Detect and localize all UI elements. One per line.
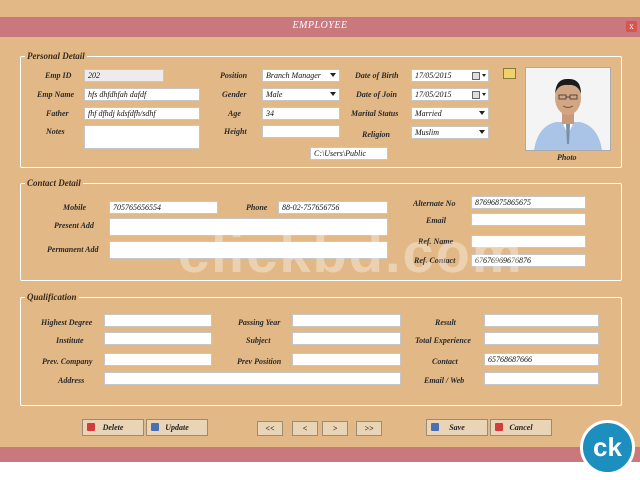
age-label: Age — [228, 109, 241, 118]
alternate-no-label: Alternate No — [413, 199, 456, 208]
subject-label: Subject — [246, 336, 271, 345]
marital-select[interactable]: Married — [411, 107, 489, 120]
phone-label: Phone — [246, 203, 268, 212]
emp-name-label: Emp Name — [37, 90, 75, 99]
highest-degree-field[interactable] — [104, 314, 212, 327]
father-field[interactable]: fhf dfhdj kdsfdfh/sdhf — [84, 107, 200, 120]
cancel-icon — [495, 423, 503, 431]
gender-value: Male — [266, 90, 283, 99]
contact-detail-legend: Contact Detail — [25, 178, 83, 188]
chevron-down-icon — [330, 92, 336, 96]
emp-id-label: Emp ID — [45, 71, 72, 80]
institute-label: Institute — [56, 336, 84, 345]
prev-record-button[interactable]: < — [292, 421, 318, 436]
cancel-label: Cancel — [509, 423, 533, 432]
emp-name-field[interactable]: hfs dhfdhfah dafdf — [84, 88, 200, 101]
calendar-icon — [472, 91, 480, 99]
address-field[interactable] — [104, 372, 401, 385]
watermark-text: clickbd.com — [178, 221, 524, 284]
mobile-field[interactable]: 705765656554 — [109, 201, 218, 214]
footer-bar — [0, 447, 640, 462]
emp-id-field[interactable]: 202 — [84, 69, 164, 82]
save-label: Save — [449, 423, 465, 432]
marital-value: Married — [415, 109, 442, 118]
contact-field[interactable]: 65768687666 — [484, 353, 599, 366]
present-add-label: Present Add — [54, 221, 94, 230]
total-experience-field[interactable] — [484, 332, 599, 345]
delete-button[interactable]: Delete — [82, 419, 144, 436]
save-icon — [431, 423, 439, 431]
total-experience-label: Total Experience — [415, 336, 471, 345]
alternate-no-field[interactable]: 87696875865675 — [471, 196, 586, 209]
personal-detail-legend: Personal Detail — [25, 51, 87, 61]
result-label: Result — [435, 318, 456, 327]
person-photo-icon — [526, 68, 610, 150]
window-title: EMPLOYEE — [292, 20, 348, 31]
prev-company-label: Prev. Company — [42, 357, 93, 366]
religion-select[interactable]: Muslim — [411, 126, 489, 139]
save-button[interactable]: Save — [426, 419, 488, 436]
phone-field[interactable]: 88-02-757656756 — [278, 201, 388, 214]
chevron-down-icon — [482, 74, 486, 77]
religion-value: Muslim — [415, 128, 439, 137]
permanent-add-label: Permanent Add — [47, 245, 99, 254]
notes-field[interactable] — [84, 125, 200, 149]
qualification-legend: Qualification — [25, 292, 79, 302]
cancel-button[interactable]: Cancel — [490, 419, 552, 436]
prev-company-field[interactable] — [104, 353, 212, 366]
chevron-down-icon — [330, 73, 336, 77]
institute-field[interactable] — [104, 332, 212, 345]
prev-position-field[interactable] — [292, 353, 401, 366]
chevron-down-icon — [479, 130, 485, 134]
gender-select[interactable]: Male — [262, 88, 340, 101]
delete-label: Delete — [102, 423, 124, 432]
doj-label: Date of Join — [356, 90, 397, 99]
title-bar: EMPLOYEE x — [0, 17, 640, 37]
gender-label: Gender — [222, 90, 247, 99]
father-label: Father — [46, 109, 69, 118]
last-record-button[interactable]: >> — [356, 421, 382, 436]
doj-picker[interactable]: 17/05/2015 — [411, 88, 489, 101]
calendar-icon — [472, 72, 480, 80]
notes-label: Notes — [46, 127, 65, 136]
photo-path-field[interactable]: C:\Users\Public — [310, 147, 388, 160]
height-field[interactable] — [262, 125, 340, 138]
next-record-button[interactable]: > — [322, 421, 348, 436]
mobile-label: Mobile — [63, 203, 87, 212]
passing-year-label: Passing Year — [238, 318, 281, 327]
photo-label: Photo — [557, 153, 577, 162]
subject-field[interactable] — [292, 332, 401, 345]
first-record-button[interactable]: << — [257, 421, 283, 436]
chevron-down-icon — [479, 111, 485, 115]
dob-label: Date of Birth — [355, 71, 399, 80]
dob-picker[interactable]: 17/05/2015 — [411, 69, 489, 82]
delete-icon — [87, 423, 95, 431]
close-icon[interactable]: x — [626, 21, 637, 32]
position-select[interactable]: Branch Manager — [262, 69, 340, 82]
folder-icon[interactable] — [503, 68, 516, 79]
logo-badge: ck — [580, 420, 635, 475]
highest-degree-label: Highest Degree — [41, 318, 93, 327]
chevron-down-icon — [482, 93, 486, 96]
age-field[interactable]: 34 — [262, 107, 340, 120]
email-web-label: Email / Web — [424, 376, 465, 385]
dob-value: 17/05/2015 — [415, 71, 452, 80]
position-value: Branch Manager — [266, 71, 321, 80]
height-label: Height — [224, 127, 247, 136]
doj-value: 17/05/2015 — [415, 90, 452, 99]
result-field[interactable] — [484, 314, 599, 327]
marital-label: Marital Status — [351, 109, 399, 118]
update-label: Update — [165, 423, 189, 432]
contact-label: Contact — [432, 357, 458, 366]
religion-label: Religion — [362, 130, 391, 139]
passing-year-field[interactable] — [292, 314, 401, 327]
position-label: Position — [220, 71, 248, 80]
update-button[interactable]: Update — [146, 419, 208, 436]
employee-photo — [525, 67, 611, 151]
email-web-field[interactable] — [484, 372, 599, 385]
update-icon — [151, 423, 159, 431]
prev-position-label: Prev Position — [237, 357, 282, 366]
address-label: Address — [58, 376, 85, 385]
